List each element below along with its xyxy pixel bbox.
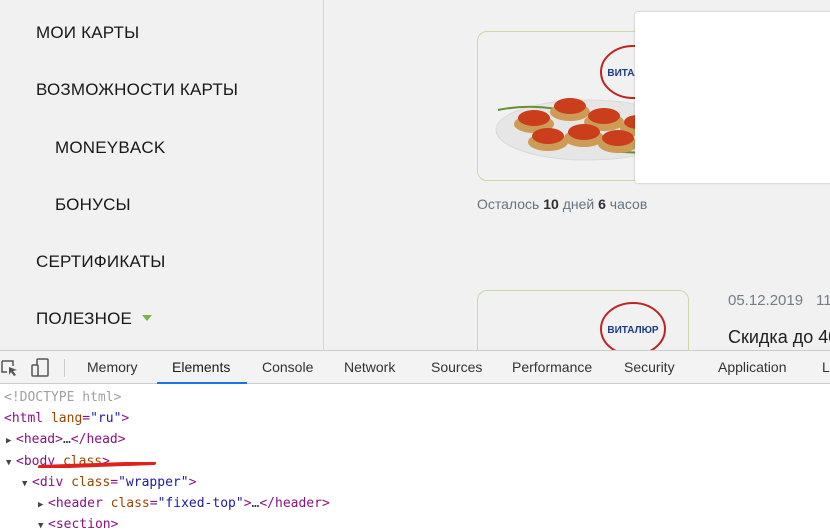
collapse-triangle-icon[interactable]: ▼ [38,516,48,530]
inspect-element-icon[interactable] [0,358,20,378]
collapsed-ellipsis: … [62,432,71,447]
expand-triangle-icon[interactable]: ▶ [38,495,48,516]
tab-application[interactable]: Application [718,351,787,384]
caviar-product-image: ВИТАЛЮР [600,302,666,350]
red-annotation-stroke [38,462,156,468]
div-tag-close: > [188,475,197,490]
tab-security[interactable]: Security [624,351,675,384]
dom-div-wrapper[interactable]: ▼ <div class="wrapper"> [22,472,196,493]
sidebar-item-certificates[interactable]: СЕРТИФИКАТЫ [36,252,165,272]
tab-sources[interactable]: Sources [431,351,482,384]
expand-triangle-icon[interactable]: ▶ [6,431,16,452]
sidebar: МОИ КАРТЫ ВОЗМОЖНОСТИ КАРТЫ MONEYBACK БО… [0,0,324,350]
doctype-text: <!DOCTYPE html> [4,390,122,405]
time-prefix: Осталось [477,196,540,212]
offer-image-2[interactable]: ВИТАЛЮР [477,290,689,350]
div-class-attr: class [71,475,111,490]
sidebar-item-useful-label: ПОЛЕЗНОЕ [36,309,133,328]
header-class-attr: class [110,496,150,511]
header-close-tag: </header> [259,496,330,511]
caret-down-icon [142,315,153,321]
dom-header[interactable]: ▶ <header class="fixed-top">…</header> [38,493,330,514]
device-toolbar-icon[interactable] [30,358,50,378]
devtools-tabbar: Memory Elements Console Network Sources … [0,350,830,384]
collapse-triangle-icon[interactable]: ▼ [22,474,32,495]
sidebar-item-my-cards[interactable]: МОИ КАРТЫ [36,23,139,43]
active-tab-indicator [157,382,247,384]
header-tag-close: > [243,496,252,511]
sidebar-item-card-features[interactable]: ВОЗМОЖНОСТИ КАРТЫ [36,80,238,100]
lang-attr: lang [50,411,83,426]
head-tag: <head> [16,432,63,447]
dom-head[interactable]: ▶ <head>…</head> [6,429,126,450]
div-tag: <div [32,475,64,490]
tab-console[interactable]: Console [262,351,313,384]
offer-date: 05.12.2019 [728,292,804,309]
dom-doctype[interactable]: <!DOCTYPE html> [4,387,121,408]
tab-elements[interactable]: Elements [172,351,230,384]
sidebar-item-bonuses[interactable]: БОНУСЫ [55,195,131,215]
tab-performance[interactable]: Performance [512,351,592,384]
website-viewport: МОИ КАРТЫ ВОЗМОЖНОСТИ КАРТЫ MONEYBACK БО… [0,0,830,350]
hours-unit: часов [609,196,648,212]
html-tag: <html [4,411,44,426]
header-class-value: "fixed-top" [157,496,244,511]
sidebar-item-moneyback[interactable]: MONEYBACK [55,138,165,158]
time-remaining: Осталось 10 дней 6 часов [477,196,647,212]
header-tag: <header [48,496,103,511]
dom-section[interactable]: ▼ <section> [38,514,118,530]
html-tag-close: > [121,411,130,426]
lang-value: "ru" [90,411,122,426]
offer-discount: Скидка до 40 [728,327,830,347]
tab-memory[interactable]: Memory [87,351,138,384]
section-tag: <section> [48,517,119,530]
brand-logo-text-2: ВИТАЛЮР [607,325,659,336]
popup-dialog[interactable] [635,12,830,183]
tab-overflow[interactable]: L [822,351,830,384]
sidebar-item-useful[interactable]: ПОЛЕЗНОЕ [36,309,153,329]
div-class-value: "wrapper" [118,475,189,490]
hours-count: 6 [598,196,606,212]
tab-network[interactable]: Network [344,351,395,384]
toolbar-divider [64,359,65,377]
collapse-triangle-icon[interactable]: ▼ [6,453,16,474]
head-close-tag: </head> [70,432,126,447]
days-count: 10 [543,196,559,212]
offer-date-extra: 11 [816,292,830,309]
dom-tree: <!DOCTYPE html> <html lang="ru"> ▶ <head>… [0,385,830,530]
days-unit: дней [562,196,595,212]
devtools-panel: Memory Elements Console Network Sources … [0,350,830,530]
dom-html[interactable]: <html lang="ru"> [4,408,129,429]
